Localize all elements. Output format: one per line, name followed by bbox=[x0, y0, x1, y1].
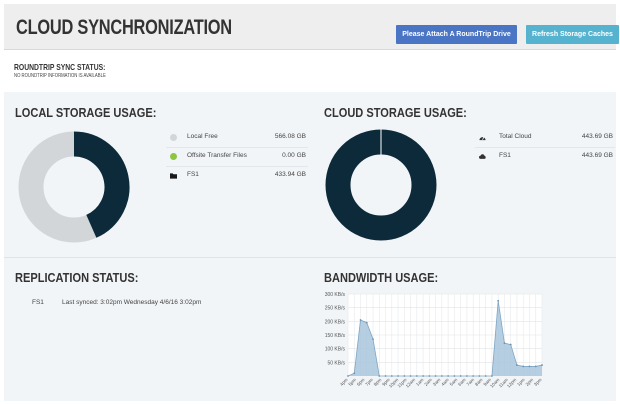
legend-row-cloud-fs1: FS1 443.69 GB bbox=[479, 147, 613, 166]
replication-title: REPLICATION STATUS: bbox=[15, 270, 139, 285]
attach-roundtrip-button[interactable]: Please Attach A RoundTrip Drive bbox=[396, 25, 517, 44]
bandwidth-point bbox=[353, 372, 356, 375]
bandwidth-point bbox=[453, 375, 456, 377]
cloud-storage-donut bbox=[325, 129, 437, 241]
legend-label: Offsite Transfer Files bbox=[187, 152, 247, 159]
bandwidth-point bbox=[491, 375, 493, 377]
donut-slice-fs1 bbox=[73, 131, 130, 238]
bandwidth-point bbox=[534, 365, 537, 368]
bandwidth-point bbox=[384, 375, 387, 377]
x-tick-label: 2am bbox=[423, 377, 433, 387]
gray-dot-icon bbox=[170, 134, 177, 141]
bandwidth-title: BANDWIDTH USAGE: bbox=[324, 270, 439, 285]
green-dot-icon bbox=[170, 153, 177, 160]
x-tick-label: 5pm bbox=[347, 377, 357, 387]
bandwidth-point bbox=[397, 375, 399, 377]
bandwidth-chart: 300 KB/s 250 KB/s 200 KB/s 150 KB/s 100 KB/s… bbox=[325, 292, 543, 389]
y-tick-label: 250 KB/s bbox=[325, 306, 346, 312]
bandwidth-point bbox=[347, 375, 349, 377]
bandwidth-point bbox=[459, 375, 462, 377]
bandwidth-point bbox=[466, 375, 468, 377]
page-title: CLOUD SYNCHRONIZATION bbox=[16, 16, 232, 39]
x-tick-label: 4pm bbox=[339, 377, 349, 387]
x-tick-label: 5am bbox=[449, 377, 459, 387]
x-tick-label: 8am bbox=[474, 377, 484, 387]
cloud-icon bbox=[479, 154, 486, 159]
bandwidth-point bbox=[447, 375, 450, 377]
bandwidth-point bbox=[359, 319, 362, 321]
roundtrip-status: NO ROUNDTRIP INFORMATION IS AVAILABLE bbox=[14, 73, 106, 79]
x-tick-label: 1pm bbox=[516, 377, 526, 387]
x-tick-label: 6pm bbox=[356, 377, 366, 387]
bandwidth-point bbox=[541, 364, 543, 366]
bandwidth-point bbox=[509, 343, 512, 346]
y-tick-label: 100 KB/s bbox=[325, 347, 346, 353]
legend-value: 433.94 GB bbox=[274, 171, 306, 178]
legend-row-total-cloud: Total Cloud 443.69 GB bbox=[479, 128, 613, 147]
bandwidth-point bbox=[528, 365, 531, 368]
roundtrip-title: ROUNDTRIP SYNC STATUS: bbox=[14, 62, 106, 72]
replication-item-name: FS1 bbox=[32, 299, 44, 306]
x-tick-label: 2pm bbox=[525, 377, 535, 387]
section-divider bbox=[4, 257, 616, 258]
legend-value: 443.69 GB bbox=[581, 152, 613, 159]
x-tick-label: 6am bbox=[457, 377, 467, 387]
cloud-storage-title: CLOUD STORAGE USAGE: bbox=[324, 105, 467, 120]
legend-label: Local Free bbox=[187, 133, 218, 140]
local-storage-title: LOCAL STORAGE USAGE: bbox=[15, 105, 157, 120]
bandwidth-point bbox=[409, 375, 412, 377]
y-tick-label: 50 KB/s bbox=[327, 360, 345, 366]
bandwidth-point bbox=[472, 375, 475, 377]
y-tick-label: 300 KB/s bbox=[325, 292, 346, 298]
local-storage-donut bbox=[18, 131, 130, 243]
bandwidth-point bbox=[440, 375, 443, 377]
bandwidth-point bbox=[484, 375, 487, 377]
bandwidth-point bbox=[434, 375, 437, 377]
bandwidth-point bbox=[372, 338, 374, 340]
folder-icon bbox=[170, 173, 177, 179]
legend-label: FS1 bbox=[499, 152, 511, 159]
bandwidth-point bbox=[390, 375, 393, 377]
page-header: CLOUD SYNCHRONIZATION Please Attach A Ro… bbox=[4, 4, 619, 50]
x-tick-label: 3pm bbox=[533, 377, 543, 387]
bandwidth-point bbox=[522, 365, 525, 368]
replication-item-status: Last synced: 3:02pm Wednesday 4/6/16 3:0… bbox=[62, 299, 202, 306]
bandwidth-point bbox=[497, 299, 500, 302]
gauge-icon bbox=[479, 136, 486, 141]
legend-label: Total Cloud bbox=[499, 133, 532, 140]
x-tick-label: 7pm bbox=[364, 377, 374, 387]
y-tick-label: 150 KB/s bbox=[325, 333, 346, 339]
x-tick-label: 7am bbox=[465, 377, 475, 387]
x-tick-label: 3am bbox=[432, 377, 442, 387]
legend-row-offsite: Offsite Transfer Files 0.00 GB bbox=[170, 147, 306, 166]
bandwidth-point bbox=[516, 364, 518, 366]
y-tick-label: 200 KB/s bbox=[325, 319, 346, 325]
legend-row-local-free: Local Free 566.08 GB bbox=[170, 128, 306, 147]
legend-label: FS1 bbox=[187, 171, 199, 178]
legend-value: 0.00 GB bbox=[282, 152, 306, 159]
x-tick-label: 8pm bbox=[373, 377, 383, 387]
legend-row-fs1: FS1 433.94 GB bbox=[170, 166, 306, 185]
bandwidth-point bbox=[403, 375, 406, 377]
bandwidth-point bbox=[503, 342, 506, 345]
refresh-caches-button[interactable]: Refresh Storage Caches bbox=[526, 25, 619, 44]
bandwidth-point bbox=[422, 375, 424, 377]
legend-value: 566.08 GB bbox=[274, 133, 306, 140]
bandwidth-point bbox=[365, 321, 368, 324]
bandwidth-point bbox=[378, 375, 381, 377]
bandwidth-point bbox=[415, 375, 418, 377]
x-tick-label: 4am bbox=[440, 377, 450, 387]
legend-value: 443.69 GB bbox=[581, 133, 613, 140]
x-tick-label: 1am bbox=[415, 377, 425, 387]
